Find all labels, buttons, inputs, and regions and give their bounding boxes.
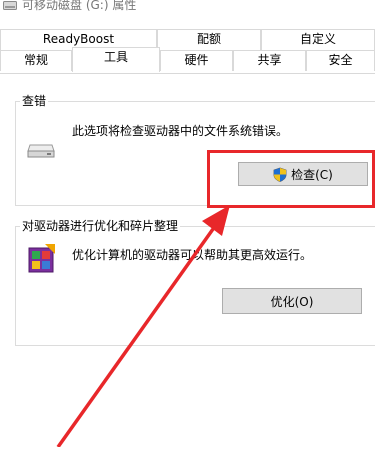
defrag-icon — [28, 244, 55, 273]
drive-icon — [27, 144, 55, 158]
tab-security[interactable]: 安全 — [306, 50, 375, 71]
optimize-button[interactable]: 优化(O) — [222, 288, 362, 314]
title-bar: 可移动磁盘 (G:) 属性 — [0, 0, 375, 18]
optimize-label: 对驱动器进行优化和碎片整理 — [20, 217, 181, 234]
drive-icon — [3, 1, 17, 10]
window-title: 可移动磁盘 (G:) 属性 — [22, 0, 137, 12]
check-description: 此选项将检查驱动器中的文件系统错误。 — [72, 124, 289, 138]
tools-panel: 查错 此选项将检查驱动器中的文件系统错误。 检查(C) 对驱动器进行优化和碎片整… — [0, 73, 375, 453]
tab-hardware[interactable]: 硬件 — [160, 50, 233, 71]
tab-tools[interactable]: 工具 — [72, 47, 160, 72]
tab-quota[interactable]: 配额 — [157, 29, 261, 50]
optimize-group — [15, 226, 375, 346]
optimize-description: 优化计算机的驱动器可以帮助其更高效运行。 — [72, 248, 313, 262]
tab-sharing[interactable]: 共享 — [233, 50, 306, 71]
tab-general[interactable]: 常规 — [0, 50, 72, 71]
annotation-highlight-box — [207, 150, 375, 208]
error-checking-label: 查错 — [20, 92, 49, 109]
tab-customize[interactable]: 自定义 — [261, 29, 375, 50]
